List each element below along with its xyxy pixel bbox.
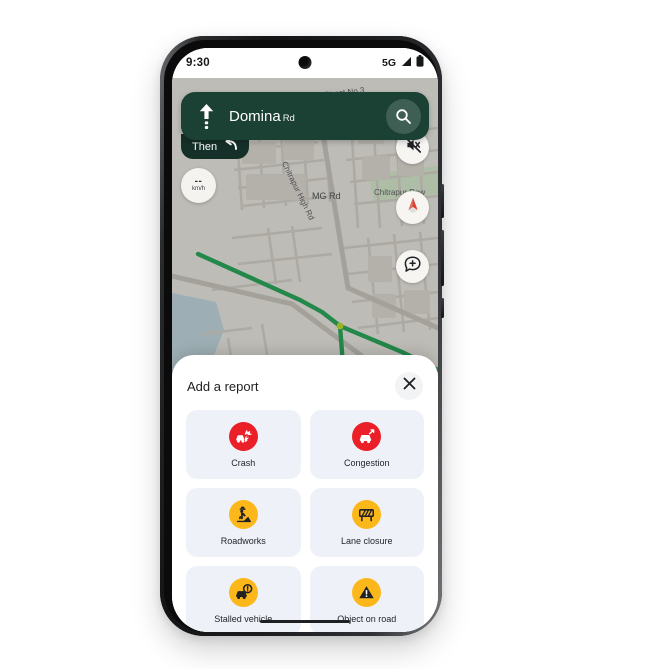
status-icons: 5G (382, 54, 424, 72)
phone-bezel: Street No 3 Chitrapur High Rd Chitrapur … (164, 40, 438, 632)
street-name-text: Domina (229, 107, 281, 125)
phone-frame: Street No 3 Chitrapur High Rd Chitrapur … (160, 36, 444, 636)
report-option-roadworks[interactable]: Roadworks (186, 488, 301, 557)
power-button[interactable] (441, 184, 444, 218)
stalled-car-icon (228, 577, 258, 607)
volume-down-button[interactable] (441, 298, 444, 318)
signal-triangle-icon (400, 54, 412, 72)
close-x-icon (402, 376, 417, 396)
report-options-grid: Crash Congestion Roadworks Lane closure … (172, 410, 438, 632)
map-label: MG Rd (312, 191, 341, 201)
report-option-label: Congestion (343, 457, 390, 468)
status-time: 9:30 (186, 57, 210, 69)
speedometer-badge: -- km/h (181, 168, 216, 203)
screenshot-canvas: Street No 3 Chitrapur High Rd Chitrapur … (0, 0, 654, 669)
car-crash-icon (228, 421, 258, 451)
volume-up-button[interactable] (441, 230, 444, 286)
sheet-title: Add a report (187, 378, 259, 394)
add-report-sheet: Add a report Crash Congestion Roadworks … (172, 355, 438, 632)
street-suffix-text: Rd (282, 112, 295, 124)
add-report-button[interactable] (396, 250, 429, 283)
compass-north-arrow-icon (405, 196, 421, 220)
barrier-sign-icon (352, 499, 382, 529)
sheet-header: Add a report (172, 355, 438, 410)
warning-triangle-icon (352, 577, 382, 607)
close-sheet-button[interactable] (395, 372, 423, 400)
speech-bubble-plus-icon (403, 255, 422, 279)
report-option-lane-closure[interactable]: Lane closure (309, 488, 424, 557)
report-option-label: Lane closure (340, 535, 393, 546)
traffic-jam-car-icon (352, 421, 382, 451)
front-camera-punch-hole (298, 56, 312, 69)
report-option-label: Crash (231, 457, 256, 468)
speed-unit: km/h (191, 186, 205, 192)
compass-button[interactable] (396, 191, 429, 224)
navigation-header: Domina Rd (181, 92, 429, 140)
search-icon[interactable] (386, 98, 421, 134)
network-type-label: 5G (381, 57, 396, 69)
battery-full-icon (416, 54, 424, 72)
phone-screen: Street No 3 Chitrapur High Rd Chitrapur … (172, 48, 438, 632)
straight-ahead-arrow-icon (189, 102, 223, 130)
roadworks-digger-icon (228, 499, 258, 529)
home-gesture-bar[interactable] (260, 620, 350, 623)
then-label: Then (192, 140, 218, 153)
next-street-name: Domina Rd (223, 108, 386, 125)
report-option-congestion[interactable]: Congestion (309, 410, 424, 479)
report-option-label: Roadworks (220, 535, 266, 546)
speed-value: -- (194, 176, 203, 187)
report-option-crash[interactable]: Crash (186, 410, 301, 479)
